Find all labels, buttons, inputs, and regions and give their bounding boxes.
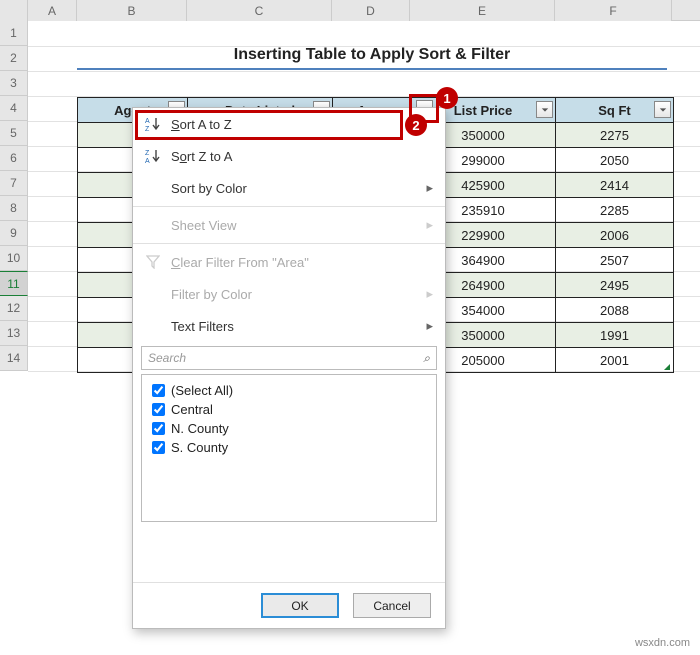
menu-text-filters[interactable]: Text Filters ▸ <box>133 310 445 342</box>
col-B[interactable]: B <box>77 0 187 21</box>
menu-sort-az[interactable]: AZ Sort A to Z <box>133 108 445 140</box>
menu-label: Sheet View <box>171 218 237 233</box>
search-placeholder: Search <box>148 351 186 365</box>
menu-clear-filter: Clear Filter From "Area" <box>133 246 445 278</box>
select-all-cell[interactable] <box>0 0 28 21</box>
badge-1: 1 <box>436 87 458 109</box>
ok-button[interactable]: OK <box>261 593 339 618</box>
cell-sqft[interactable]: 2507 <box>556 248 674 273</box>
check-label: Central <box>171 402 213 417</box>
chevron-right-icon: ▸ <box>426 180 433 196</box>
row-10[interactable]: 10 <box>0 246 28 271</box>
chevron-right-icon: ▸ <box>426 217 433 233</box>
sort-za-icon: ZA <box>143 148 163 164</box>
clear-filter-icon <box>143 255 163 269</box>
svg-text:Z: Z <box>145 150 150 157</box>
cell-handle[interactable] <box>661 361 669 369</box>
col-F[interactable]: F <box>555 0 672 21</box>
chevron-right-icon: ▸ <box>426 318 433 334</box>
checkbox[interactable] <box>152 422 165 435</box>
column-headers: A B C D E F <box>0 0 700 21</box>
row-7[interactable]: 7 <box>0 171 28 196</box>
filter-checklist: (Select All) Central N. County S. County <box>141 374 437 522</box>
cell-sqft[interactable]: 2001 <box>556 348 674 373</box>
cell-sqft[interactable]: 2006 <box>556 223 674 248</box>
cell-sqft[interactable]: 2050 <box>556 148 674 173</box>
sort-az-icon: AZ <box>143 116 163 132</box>
cell-sqft[interactable]: 1991 <box>556 323 674 348</box>
menu-label: Sort A to Z <box>171 117 232 132</box>
col-A[interactable]: A <box>28 0 77 21</box>
row-4[interactable]: 4 <box>0 96 28 121</box>
row-3[interactable]: 3 <box>0 71 28 96</box>
watermark: wsxdn.com <box>635 637 690 649</box>
menu-label: Sort Z to A <box>171 149 232 164</box>
row-14[interactable]: 14 <box>0 346 28 371</box>
col-C[interactable]: C <box>187 0 332 21</box>
svg-text:A: A <box>145 118 150 125</box>
checkbox[interactable] <box>152 384 165 397</box>
cancel-button[interactable]: Cancel <box>353 593 431 618</box>
menu-sheet-view: Sheet View ▸ <box>133 209 445 241</box>
check-ncounty[interactable]: N. County <box>148 419 430 438</box>
check-label: (Select All) <box>171 383 233 398</box>
filter-dropdown: AZ Sort A to Z ZA Sort Z to A Sort by Co… <box>132 107 446 629</box>
cell-sqft[interactable]: 2414 <box>556 173 674 198</box>
cell-sqft[interactable]: 2088 <box>556 298 674 323</box>
col-E[interactable]: E <box>410 0 555 21</box>
row-6[interactable]: 6 <box>0 146 28 171</box>
menu-sort-za[interactable]: ZA Sort Z to A <box>133 140 445 172</box>
menu-separator <box>133 206 445 207</box>
row-headers: 1 2 3 4 5 6 7 8 9 10 11 12 13 14 <box>0 21 28 371</box>
filter-button-sqft[interactable] <box>654 101 671 118</box>
row-9[interactable]: 9 <box>0 221 28 246</box>
chevron-right-icon: ▸ <box>426 286 433 302</box>
svg-text:Z: Z <box>145 126 150 132</box>
row-8[interactable]: 8 <box>0 196 28 221</box>
checkbox[interactable] <box>152 403 165 416</box>
check-label: S. County <box>171 440 228 455</box>
row-2[interactable]: 2 <box>0 46 28 71</box>
menu-label: Clear Filter From "Area" <box>171 255 309 270</box>
row-12[interactable]: 12 <box>0 296 28 321</box>
check-central[interactable]: Central <box>148 400 430 419</box>
menu-sort-color[interactable]: Sort by Color ▸ <box>133 172 445 204</box>
menu-label: Text Filters <box>171 319 234 334</box>
search-input[interactable]: Search ⌕ <box>141 346 437 370</box>
check-select-all[interactable]: (Select All) <box>148 381 430 400</box>
filter-button-list[interactable] <box>536 101 553 118</box>
cell-sqft[interactable]: 2275 <box>556 123 674 148</box>
row-5[interactable]: 5 <box>0 121 28 146</box>
cell-sqft[interactable]: 2285 <box>556 198 674 223</box>
menu-label: Filter by Color <box>171 287 252 302</box>
row-1[interactable]: 1 <box>0 21 28 46</box>
row-13[interactable]: 13 <box>0 321 28 346</box>
menu-separator <box>133 243 445 244</box>
search-icon: ⌕ <box>423 351 430 366</box>
badge-2: 2 <box>405 114 427 136</box>
check-scounty[interactable]: S. County <box>148 438 430 457</box>
row-11[interactable]: 11 <box>0 271 28 296</box>
check-label: N. County <box>171 421 229 436</box>
menu-label: Sort by Color <box>171 181 247 196</box>
header-sqft: Sq Ft <box>556 98 674 123</box>
menu-filter-color: Filter by Color ▸ <box>133 278 445 310</box>
page-title: Inserting Table to Apply Sort & Filter <box>77 46 667 70</box>
svg-text:A: A <box>145 158 150 164</box>
cell-sqft[interactable]: 2495 <box>556 273 674 298</box>
checkbox[interactable] <box>152 441 165 454</box>
col-D[interactable]: D <box>332 0 410 21</box>
dialog-buttons: OK Cancel <box>133 582 445 628</box>
